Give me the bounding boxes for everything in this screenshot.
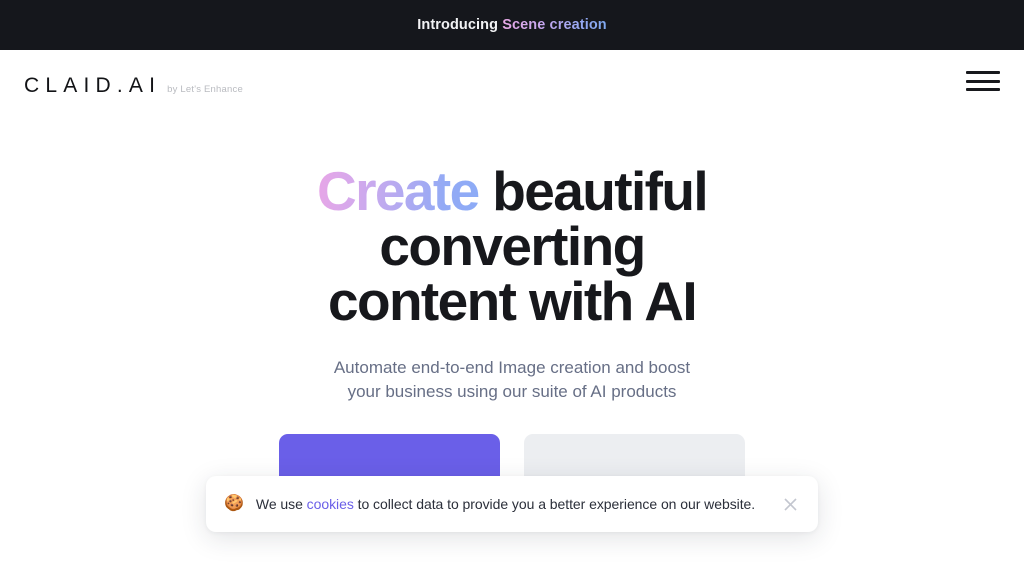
- cookie-consent-banner: 🍪 We use cookies to collect data to prov…: [206, 476, 818, 532]
- hero-title-line2: converting: [379, 215, 646, 277]
- hero-title-gradient-word: Create: [316, 160, 480, 222]
- brand-tagline: by Let's Enhance: [167, 83, 243, 95]
- hamburger-menu-icon[interactable]: [966, 68, 1000, 94]
- hero-title-line3: content with AI: [327, 270, 698, 332]
- announcement-highlight-link[interactable]: Scene creation: [502, 17, 607, 33]
- brand-name: CLAID.AI: [24, 74, 162, 97]
- menu-line-middle: [966, 79, 1000, 83]
- cookie-icon: 🍪: [224, 495, 244, 512]
- close-x-icon[interactable]: [778, 492, 802, 516]
- announcement-text: Introducing Scene creation: [417, 17, 607, 33]
- hero-title-line1-rest: beautiful: [478, 160, 708, 222]
- announcement-prefix: Introducing: [417, 17, 503, 33]
- menu-line-top: [966, 71, 1000, 74]
- menu-line-bottom: [966, 88, 1000, 91]
- cookie-text-before-link: We use: [255, 496, 307, 512]
- page-title: Create beautiful converting content with…: [0, 164, 1024, 329]
- brand-logo[interactable]: CLAID.AI by Let's Enhance: [24, 75, 243, 96]
- cookie-consent-text: We use cookies to collect data to provid…: [256, 496, 768, 512]
- announcement-bar[interactable]: Introducing Scene creation: [0, 0, 1024, 50]
- site-header: CLAID.AI by Let's Enhance: [0, 50, 1024, 112]
- hero-section: Create beautiful converting content with…: [0, 112, 1024, 486]
- cookie-text-after-link: to collect data to provide you a better …: [353, 496, 756, 512]
- hero-subtitle: Automate end-to-end Image creation and b…: [333, 358, 691, 401]
- cookies-policy-link[interactable]: cookies: [307, 496, 354, 512]
